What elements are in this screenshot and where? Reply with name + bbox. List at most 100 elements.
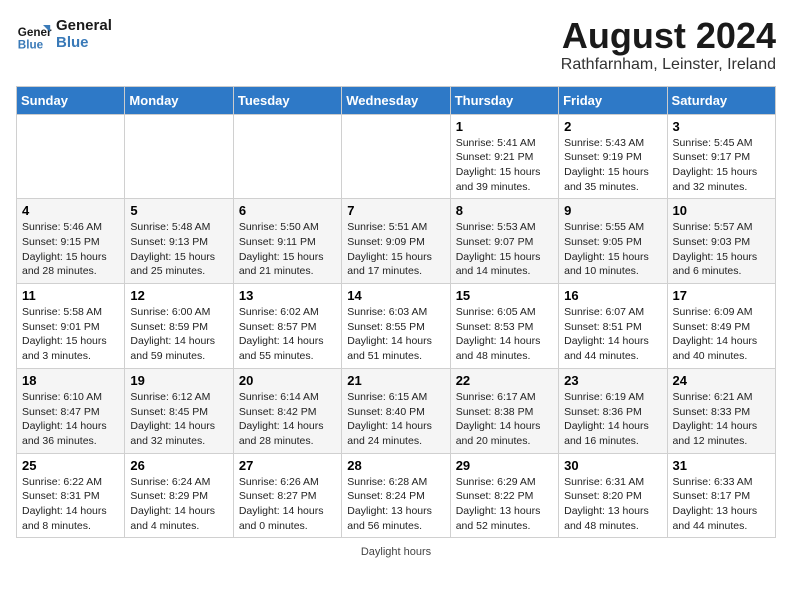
calendar-cell: 8 Sunrise: 5:53 AM Sunset: 9:07 PM Daylig… (450, 199, 558, 284)
day-number: 4 (22, 203, 119, 218)
day-number: 31 (673, 458, 770, 473)
calendar-cell: 25 Sunrise: 6:22 AM Sunset: 8:31 PM Dayli… (17, 453, 125, 538)
calendar-cell (342, 114, 450, 199)
day-info: Sunrise: 6:05 AM Sunset: 8:53 PM Dayligh… (456, 305, 553, 364)
logo-icon: General Blue (16, 16, 52, 52)
calendar-cell: 30Sunrise: 6:31 AM Sunset: 8:20 PM Dayli… (559, 453, 667, 538)
day-number: 21 (347, 373, 444, 388)
calendar-cell: 3Sunrise: 5:45 AM Sunset: 9:17 PM Daylig… (667, 114, 775, 199)
logo: General Blue General Blue (16, 16, 112, 52)
day-number: 23 (564, 373, 661, 388)
day-info: Sunrise: 5:43 AM Sunset: 9:19 PM Dayligh… (564, 136, 661, 195)
logo-line2: Blue (56, 34, 112, 51)
day-info: Sunrise: 6:10 AM Sunset: 8:47 PM Dayligh… (22, 390, 119, 449)
calendar-cell: 20Sunrise: 6:14 AM Sunset: 8:42 PM Dayli… (233, 368, 341, 453)
calendar-cell: 19 Sunrise: 6:12 AM Sunset: 8:45 PM Dayli… (125, 368, 233, 453)
column-header-sunday: Sunday (17, 86, 125, 114)
svg-text:Blue: Blue (18, 38, 44, 51)
day-number: 8 (456, 203, 553, 218)
calendar-cell: 12 Sunrise: 6:00 AM Sunset: 8:59 PM Dayli… (125, 284, 233, 369)
day-number: 12 (130, 288, 227, 303)
week-row-3: 11 Sunrise: 5:58 AM Sunset: 9:01 PM Dayli… (17, 284, 776, 369)
calendar-cell: 24 Sunrise: 6:21 AM Sunset: 8:33 PM Dayli… (667, 368, 775, 453)
calendar-cell: 29 Sunrise: 6:29 AM Sunset: 8:22 PM Dayli… (450, 453, 558, 538)
day-info: Sunrise: 6:12 AM Sunset: 8:45 PM Dayligh… (130, 390, 227, 449)
calendar-cell: 23Sunrise: 6:19 AM Sunset: 8:36 PM Dayli… (559, 368, 667, 453)
day-number: 16 (564, 288, 661, 303)
day-number: 19 (130, 373, 227, 388)
day-number: 17 (673, 288, 770, 303)
page-header: General Blue General Blue August 2024 Ra… (16, 16, 776, 74)
title-block: August 2024 Rathfarnham, Leinster, Irela… (561, 16, 776, 74)
day-number: 27 (239, 458, 336, 473)
main-title: August 2024 (561, 16, 776, 56)
week-row-2: 4 Sunrise: 5:46 AM Sunset: 9:15 PM Daylig… (17, 199, 776, 284)
calendar-cell: 26Sunrise: 6:24 AM Sunset: 8:29 PM Dayli… (125, 453, 233, 538)
day-number: 18 (22, 373, 119, 388)
day-info: Sunrise: 5:51 AM Sunset: 9:09 PM Dayligh… (347, 220, 444, 279)
header-row: SundayMondayTuesdayWednesdayThursdayFrid… (17, 86, 776, 114)
day-info: Sunrise: 6:21 AM Sunset: 8:33 PM Dayligh… (673, 390, 770, 449)
day-info: Sunrise: 5:53 AM Sunset: 9:07 PM Dayligh… (456, 220, 553, 279)
calendar-cell (233, 114, 341, 199)
calendar-cell: 7 Sunrise: 5:51 AM Sunset: 9:09 PM Daylig… (342, 199, 450, 284)
day-info: Sunrise: 5:57 AM Sunset: 9:03 PM Dayligh… (673, 220, 770, 279)
calendar-cell: 16 Sunrise: 6:07 AM Sunset: 8:51 PM Dayli… (559, 284, 667, 369)
calendar-cell: 15 Sunrise: 6:05 AM Sunset: 8:53 PM Dayli… (450, 284, 558, 369)
day-number: 10 (673, 203, 770, 218)
week-row-5: 25 Sunrise: 6:22 AM Sunset: 8:31 PM Dayli… (17, 453, 776, 538)
column-header-tuesday: Tuesday (233, 86, 341, 114)
day-number: 2 (564, 119, 661, 134)
column-header-monday: Monday (125, 86, 233, 114)
day-info: Sunrise: 6:14 AM Sunset: 8:42 PM Dayligh… (239, 390, 336, 449)
day-number: 24 (673, 373, 770, 388)
day-info: Sunrise: 6:26 AM Sunset: 8:27 PM Dayligh… (239, 475, 336, 534)
day-info: Sunrise: 5:58 AM Sunset: 9:01 PM Dayligh… (22, 305, 119, 364)
day-info: Sunrise: 6:02 AM Sunset: 8:57 PM Dayligh… (239, 305, 336, 364)
calendar-cell: 1 Sunrise: 5:41 AM Sunset: 9:21 PM Daylig… (450, 114, 558, 199)
calendar-cell: 27 Sunrise: 6:26 AM Sunset: 8:27 PM Dayli… (233, 453, 341, 538)
calendar-cell: 4 Sunrise: 5:46 AM Sunset: 9:15 PM Daylig… (17, 199, 125, 284)
day-number: 28 (347, 458, 444, 473)
footer-note: Daylight hours (16, 546, 776, 558)
day-info: Sunrise: 6:03 AM Sunset: 8:55 PM Dayligh… (347, 305, 444, 364)
day-info: Sunrise: 5:50 AM Sunset: 9:11 PM Dayligh… (239, 220, 336, 279)
day-info: Sunrise: 6:17 AM Sunset: 8:38 PM Dayligh… (456, 390, 553, 449)
calendar-cell (125, 114, 233, 199)
day-number: 22 (456, 373, 553, 388)
day-info: Sunrise: 6:07 AM Sunset: 8:51 PM Dayligh… (564, 305, 661, 364)
subtitle: Rathfarnham, Leinster, Ireland (561, 56, 776, 74)
column-header-saturday: Saturday (667, 86, 775, 114)
day-number: 14 (347, 288, 444, 303)
day-number: 29 (456, 458, 553, 473)
day-info: Sunrise: 5:45 AM Sunset: 9:17 PM Dayligh… (673, 136, 770, 195)
calendar-cell: 5Sunrise: 5:48 AM Sunset: 9:13 PM Daylig… (125, 199, 233, 284)
calendar-cell: 28Sunrise: 6:28 AM Sunset: 8:24 PM Dayli… (342, 453, 450, 538)
day-number: 25 (22, 458, 119, 473)
column-header-thursday: Thursday (450, 86, 558, 114)
day-number: 7 (347, 203, 444, 218)
day-number: 1 (456, 119, 553, 134)
calendar-table: SundayMondayTuesdayWednesdayThursdayFrid… (16, 86, 776, 539)
day-info: Sunrise: 5:55 AM Sunset: 9:05 PM Dayligh… (564, 220, 661, 279)
day-info: Sunrise: 5:41 AM Sunset: 9:21 PM Dayligh… (456, 136, 553, 195)
day-info: Sunrise: 6:00 AM Sunset: 8:59 PM Dayligh… (130, 305, 227, 364)
calendar-cell: 22 Sunrise: 6:17 AM Sunset: 8:38 PM Dayli… (450, 368, 558, 453)
logo-line1: General (56, 17, 112, 34)
calendar-cell: 10 Sunrise: 5:57 AM Sunset: 9:03 PM Dayli… (667, 199, 775, 284)
day-number: 15 (456, 288, 553, 303)
calendar-cell (17, 114, 125, 199)
day-number: 6 (239, 203, 336, 218)
day-number: 11 (22, 288, 119, 303)
calendar-cell: 13Sunrise: 6:02 AM Sunset: 8:57 PM Dayli… (233, 284, 341, 369)
day-info: Sunrise: 5:48 AM Sunset: 9:13 PM Dayligh… (130, 220, 227, 279)
day-info: Sunrise: 6:33 AM Sunset: 8:17 PM Dayligh… (673, 475, 770, 534)
week-row-1: 1 Sunrise: 5:41 AM Sunset: 9:21 PM Daylig… (17, 114, 776, 199)
day-info: Sunrise: 6:29 AM Sunset: 8:22 PM Dayligh… (456, 475, 553, 534)
day-number: 26 (130, 458, 227, 473)
day-info: Sunrise: 6:09 AM Sunset: 8:49 PM Dayligh… (673, 305, 770, 364)
day-info: Sunrise: 5:46 AM Sunset: 9:15 PM Dayligh… (22, 220, 119, 279)
day-number: 9 (564, 203, 661, 218)
day-info: Sunrise: 6:22 AM Sunset: 8:31 PM Dayligh… (22, 475, 119, 534)
calendar-cell: 14 Sunrise: 6:03 AM Sunset: 8:55 PM Dayli… (342, 284, 450, 369)
